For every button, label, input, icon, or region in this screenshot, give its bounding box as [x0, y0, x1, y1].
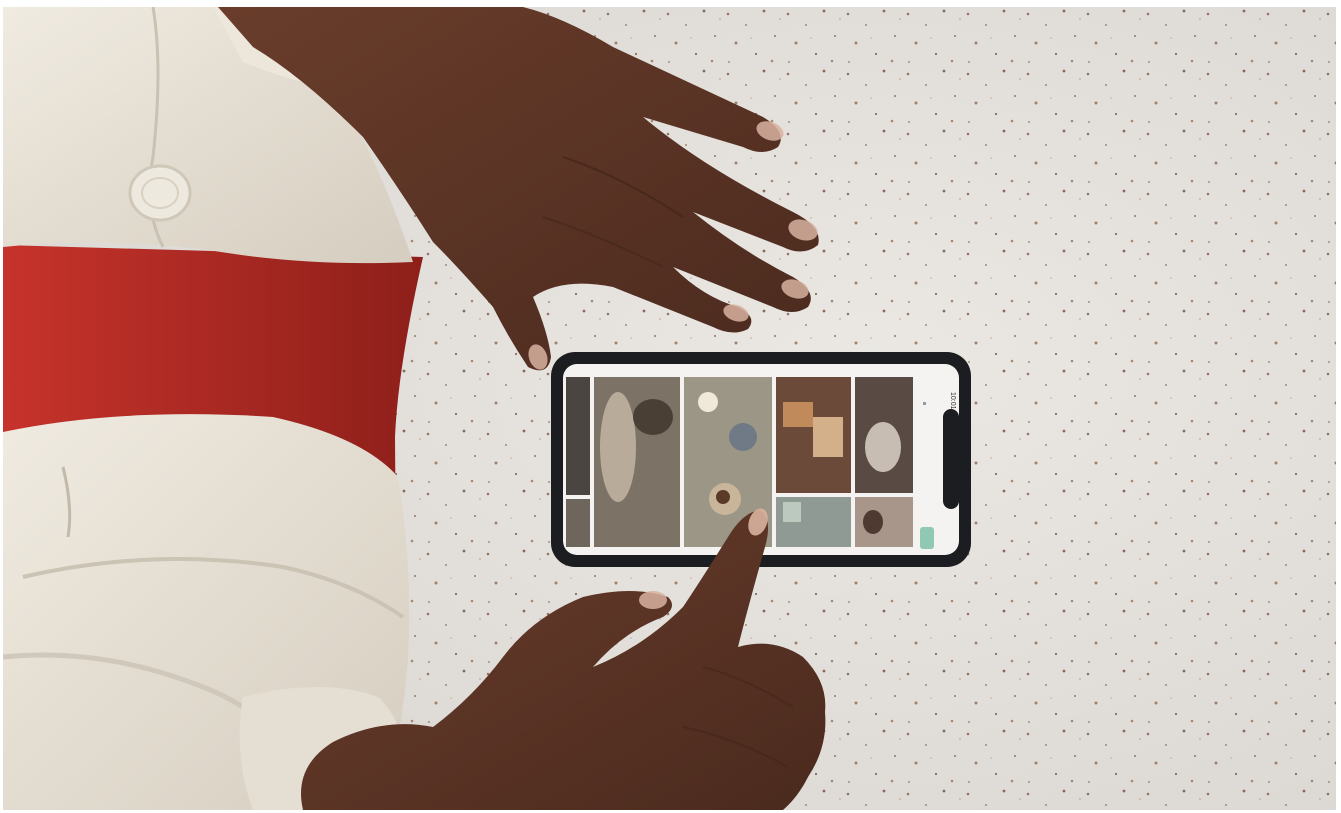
screen-notch	[943, 409, 959, 509]
photo-scene: 10:01	[3, 7, 1336, 810]
jacket-button	[128, 164, 192, 222]
photo-svg: 10:01	[3, 7, 1336, 810]
screen-photo-1	[566, 377, 590, 495]
screen-accent-button	[920, 527, 934, 549]
status-time: 10:01	[949, 392, 956, 410]
